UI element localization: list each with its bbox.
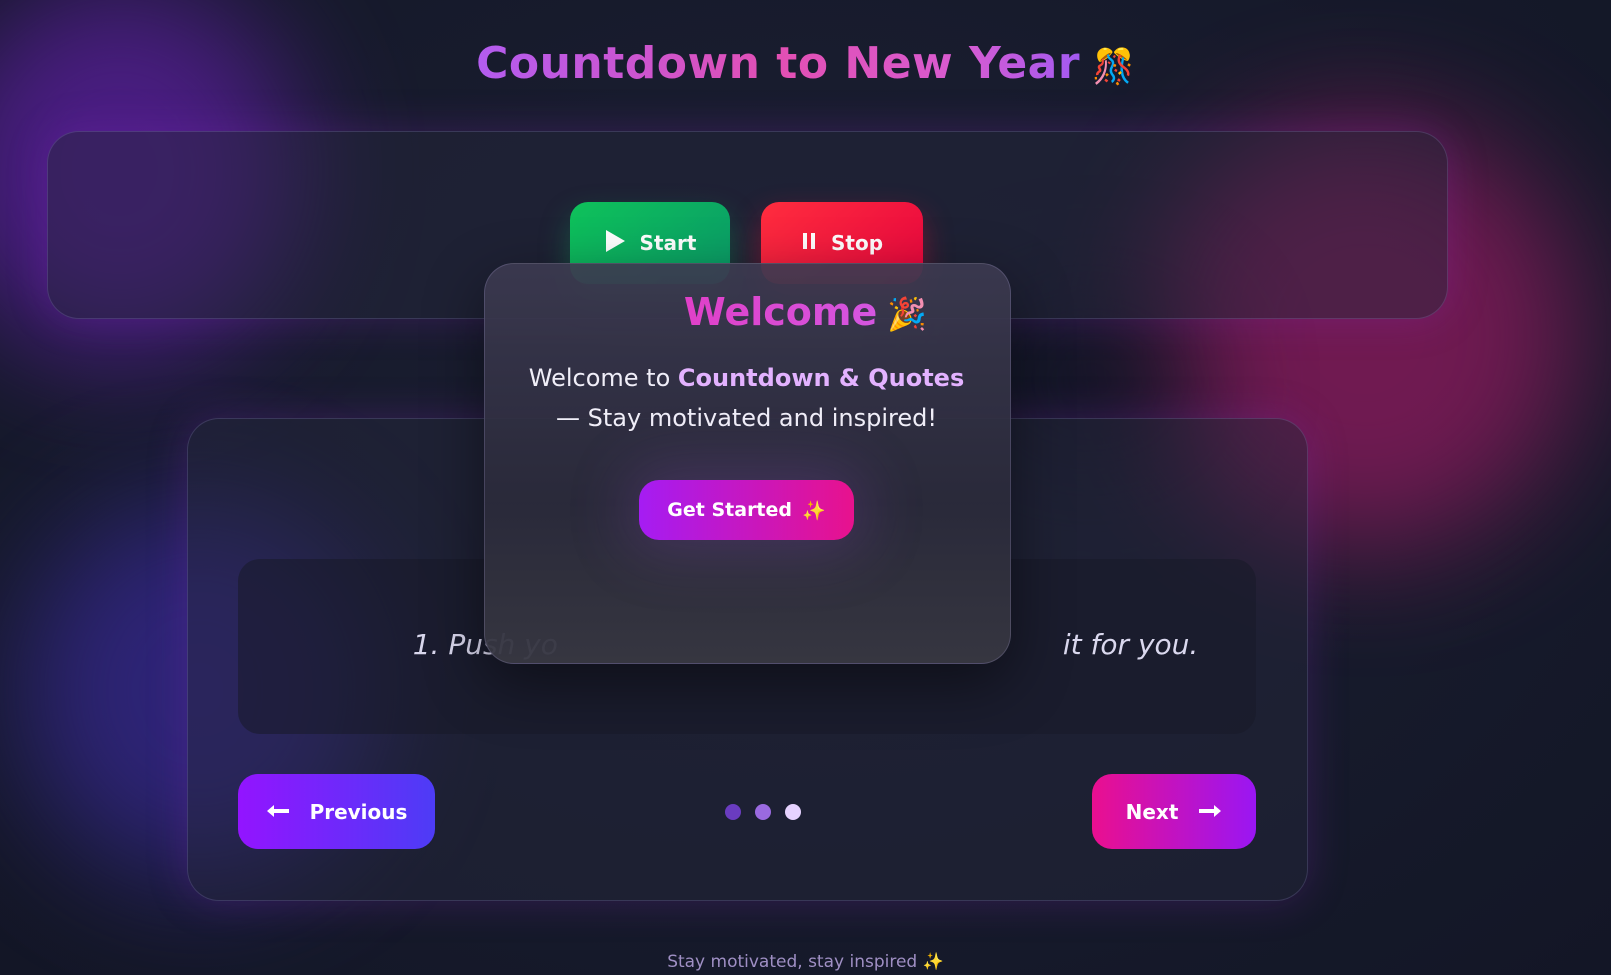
pause-icon	[801, 231, 817, 256]
footer-tagline: Stay motivated, stay inspired ✨	[667, 952, 944, 972]
modal-body: Welcome to Countdown & Quotes — Stay mot…	[484, 358, 1009, 438]
pagination-dot-2[interactable]	[755, 804, 771, 820]
app-stage: Countdown to New Year 🎊 Start Stop 1. Pus…	[0, 0, 1611, 975]
next-button[interactable]: Next	[1092, 774, 1256, 849]
next-button-label: Next	[1125, 799, 1179, 824]
quote-pagination	[725, 804, 801, 820]
play-icon	[604, 229, 626, 258]
modal-title: Welcome 🎉	[0, 290, 1611, 334]
previous-button[interactable]: Previous	[238, 774, 435, 849]
arrow-right-icon	[1198, 799, 1222, 824]
sparkles-icon: ✨	[802, 499, 826, 522]
modal-title-text: Welcome	[683, 290, 878, 334]
page-title: Countdown to New Year 🎊	[0, 38, 1611, 89]
page-title-text: Countdown to New Year	[476, 38, 1081, 89]
quote-text-right: it for you.	[1062, 628, 1199, 661]
modal-body-prefix: Welcome to	[528, 364, 678, 392]
pagination-dot-3[interactable]	[785, 804, 801, 820]
arrow-left-icon	[266, 799, 290, 824]
previous-button-label: Previous	[309, 799, 408, 824]
modal-body-line-2: — Stay motivated and inspired!	[556, 404, 937, 432]
modal-app-name: Countdown & Quotes	[677, 364, 965, 392]
party-popper-icon: 🎉	[887, 295, 928, 333]
get-started-button-label: Get Started	[667, 499, 793, 521]
get-started-button[interactable]: Get Started ✨	[639, 480, 854, 540]
modal-body-line-1: Welcome to Countdown & Quotes	[484, 358, 1009, 398]
stop-button-label: Stop	[830, 231, 884, 255]
start-button-label: Start	[639, 231, 697, 255]
pagination-dot-1[interactable]	[725, 804, 741, 820]
confetti-emoji-icon: 🎊	[1092, 47, 1135, 87]
